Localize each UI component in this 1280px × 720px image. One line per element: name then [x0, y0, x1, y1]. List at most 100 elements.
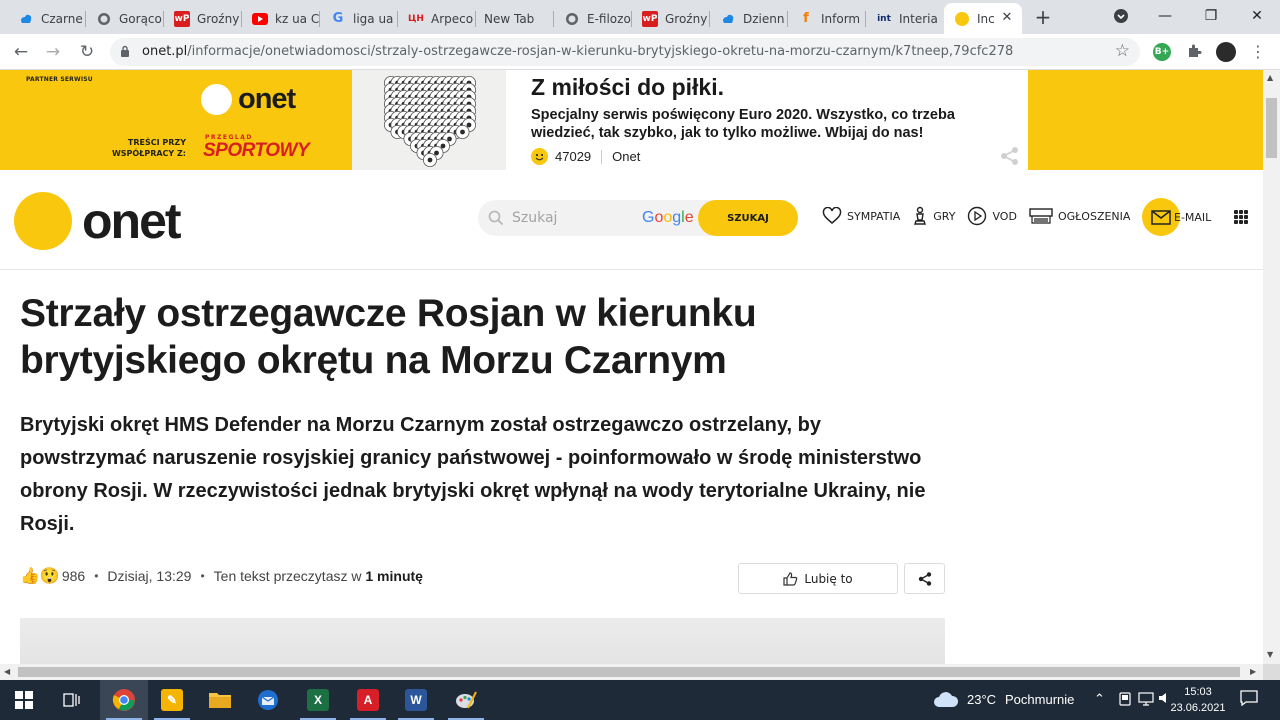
banner-logo-text: onet: [238, 83, 296, 115]
like-button[interactable]: Lubię to: [738, 563, 898, 594]
pdf-icon: A: [357, 689, 379, 711]
network-icon[interactable]: [1138, 692, 1154, 709]
extensions-puzzle-icon[interactable]: [1185, 43, 1203, 61]
system-clock[interactable]: 15:03 23.06.2021: [1166, 684, 1230, 716]
browser-tab[interactable]: kz ua C: [242, 3, 320, 34]
play-icon: [968, 206, 987, 226]
back-button[interactable]: ←: [9, 40, 33, 64]
scroll-up-icon[interactable]: ▲: [1267, 73, 1273, 82]
close-window-button[interactable]: ✕: [1242, 4, 1272, 28]
browser-tab[interactable]: Czarne: [8, 3, 86, 34]
nav-sympatia[interactable]: SYMPATIA: [822, 207, 900, 225]
bookmark-star-icon[interactable]: ☆: [1115, 41, 1130, 61]
search-input[interactable]: [512, 208, 632, 228]
reaction-count[interactable]: 986: [62, 568, 85, 584]
start-button[interactable]: [0, 680, 48, 720]
nav-gry[interactable]: GRY: [912, 206, 955, 226]
partner-brand: SPORTOWY: [203, 140, 310, 161]
nav-label: OGŁOSZENIA: [1057, 209, 1131, 223]
int-icon: int: [877, 13, 891, 24]
google-icon: G: [332, 11, 344, 26]
browser-tab[interactable]: f Inform: [788, 3, 866, 34]
taskbar-excel[interactable]: X: [294, 680, 342, 720]
weather-widget[interactable]: [930, 680, 962, 720]
browser-menu-icon[interactable]: ⋮: [1246, 40, 1270, 64]
weather-desc[interactable]: Pochmurnie: [1005, 692, 1074, 707]
browser-tab-active[interactable]: Inc ✕: [944, 3, 1022, 34]
browser-tab[interactable]: wP Groźny: [164, 3, 242, 34]
taskbar-word[interactable]: W: [392, 680, 440, 720]
weather-temp[interactable]: 23°C: [967, 692, 996, 707]
extension-badge-icon[interactable]: B+: [1153, 43, 1171, 61]
browser-tab[interactable]: G liga ua: [320, 3, 398, 34]
football-patch: [440, 143, 446, 149]
banner-card[interactable]: Z miłości do piłki. Specjalny serwis poś…: [506, 70, 1028, 170]
notes-app-icon: ✎: [161, 689, 183, 711]
address-bar[interactable]: onet.pl/informacje/onetwiadomosci/strzal…: [110, 38, 1140, 66]
scroll-down-icon[interactable]: ▼: [1267, 650, 1273, 659]
browser-tab[interactable]: Dzienn: [710, 3, 788, 34]
nav-vod[interactable]: VOD: [967, 206, 1017, 226]
share-icon[interactable]: [1000, 146, 1020, 166]
url-path: /informacje/onetwiadomosci/strzaly-ostrz…: [187, 44, 1014, 59]
browser-tab[interactable]: New Tab: [476, 3, 554, 34]
partnership-label: TREŚCI PRZY WSPÓŁPRACY Z:: [111, 138, 186, 158]
horizontal-scrollbar[interactable]: ◀ ▶: [0, 664, 1263, 680]
google-logo: Google: [642, 209, 694, 226]
nav-ogloszenia[interactable]: OGŁOSZENIA: [1029, 207, 1131, 225]
banner-meta: 47029 Onet: [531, 148, 640, 165]
scroll-thumb[interactable]: [1266, 98, 1277, 158]
minimize-window-button[interactable]: —: [1150, 4, 1180, 28]
taskbar-notes-app[interactable]: ✎: [148, 680, 196, 720]
windows-logo-icon: [15, 691, 33, 709]
scroll-thumb[interactable]: [18, 667, 1240, 677]
taskbar-file-explorer[interactable]: [196, 680, 244, 720]
notifications-icon[interactable]: [1240, 690, 1258, 709]
taskbar-chrome[interactable]: [100, 680, 148, 720]
task-view-button[interactable]: [48, 680, 96, 720]
scroll-right-icon[interactable]: ▶: [1250, 667, 1256, 676]
email-link[interactable]: E-MAIL: [1142, 198, 1211, 236]
youtube-icon: [252, 11, 268, 27]
browser-tab[interactable]: Gorąco: [86, 3, 164, 34]
search-box: Google SZUKAJ: [478, 200, 798, 236]
apps-grid-icon[interactable]: [1234, 210, 1248, 224]
banner-headline[interactable]: Z miłości do piłki.: [531, 74, 724, 101]
vertical-scrollbar[interactable]: ▲ ▼: [1263, 70, 1280, 664]
scroll-left-icon[interactable]: ◀: [4, 667, 10, 676]
close-tab-icon[interactable]: ✕: [1000, 11, 1014, 25]
browser-tab[interactable]: wP Groźny: [632, 3, 710, 34]
browser-tab[interactable]: int Interia: [866, 3, 944, 34]
reaction-emoji-icons[interactable]: 👍😲: [20, 566, 60, 586]
restore-window-button[interactable]: ❐: [1196, 4, 1226, 28]
scrollbar-corner: [1263, 664, 1280, 680]
device-icon[interactable]: [1118, 692, 1132, 709]
search-icon: [488, 210, 504, 226]
paint-icon: [456, 691, 477, 709]
tab-search-icon[interactable]: [1106, 4, 1136, 28]
word-icon: W: [405, 689, 427, 711]
tray-chevron-up-icon[interactable]: ⌃: [1094, 691, 1105, 707]
article-date: Dzisiaj, 13:29: [107, 568, 192, 584]
divider: [601, 149, 603, 164]
share-button[interactable]: [904, 563, 945, 594]
football-patch: [427, 157, 433, 163]
browser-tab[interactable]: ЦН Arpeco: [398, 3, 476, 34]
taskbar-acrobat[interactable]: A: [344, 680, 392, 720]
promo-banner[interactable]: PARTNER SERWISU onet TREŚCI PRZY WSPÓŁPR…: [0, 70, 1263, 170]
taskbar-paint[interactable]: [442, 680, 490, 720]
onet-logo[interactable]: onet: [14, 192, 182, 250]
new-tab-button[interactable]: +: [1032, 6, 1054, 28]
browser-tab[interactable]: E-filozo: [554, 3, 632, 34]
task-view-icon: [63, 693, 80, 707]
reload-button[interactable]: ↻: [75, 40, 99, 64]
search-button[interactable]: SZUKAJ: [698, 200, 798, 236]
chrome-icon: [112, 689, 135, 711]
onet-dot-icon: [14, 192, 72, 250]
lock-icon[interactable]: [120, 45, 130, 58]
article-hero-image: [20, 618, 945, 664]
taskbar-thunderbird[interactable]: [244, 680, 292, 720]
forward-button[interactable]: →: [41, 40, 65, 64]
profile-avatar[interactable]: [1216, 42, 1236, 62]
address-url[interactable]: onet.pl/informacje/onetwiadomosci/strzal…: [142, 44, 1013, 59]
